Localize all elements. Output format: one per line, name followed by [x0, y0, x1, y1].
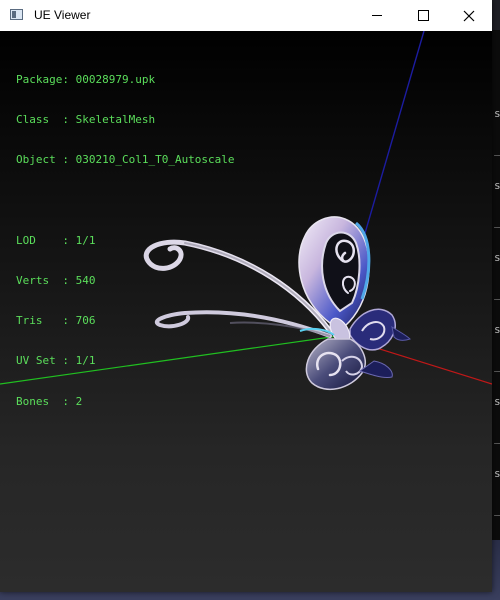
console-glyph: s: [494, 107, 500, 120]
console-glyph: s: [494, 179, 500, 192]
info-tris: Tris : 706: [16, 314, 96, 328]
mesh-info-panel: Package: 00028979.upk Class : SkeletalMe…: [16, 46, 235, 435]
console-glyph: s: [494, 323, 500, 336]
maximize-button[interactable]: [400, 0, 446, 31]
maximize-icon: [417, 10, 429, 21]
info-bones: Bones : 2: [16, 394, 83, 408]
console-glyph: _: [494, 503, 500, 516]
console-glyph: s: [494, 395, 500, 408]
console-glyph: _: [494, 431, 500, 444]
minimize-icon: [372, 15, 382, 16]
app-window-icon: [10, 9, 23, 20]
window-title: UE Viewer: [34, 8, 91, 22]
3d-viewport[interactable]: Package: 00028979.upk Class : SkeletalMe…: [0, 31, 492, 592]
console-glyph: s: [494, 467, 500, 480]
close-icon: [463, 10, 475, 21]
console-glyph: _: [494, 287, 500, 300]
background-console-right-text: s _ s _ s _ s _ s _ s _: [494, 108, 500, 540]
info-class: Class : SkeletalMesh: [16, 113, 156, 127]
info-object: Object : 030210_Col1_T0_Autoscale: [16, 153, 235, 167]
close-button[interactable]: [446, 0, 492, 31]
console-glyph: _: [494, 215, 500, 228]
info-verts: Verts : 540: [16, 273, 96, 287]
console-glyph: _: [494, 143, 500, 156]
console-glyph: s: [494, 251, 500, 264]
title-bar[interactable]: UE Viewer: [0, 0, 492, 31]
info-uvset: UV Set : 1/1: [16, 354, 96, 368]
console-glyph: _: [494, 359, 500, 372]
minimize-button[interactable]: [354, 0, 400, 31]
info-lod: LOD : 1/1: [16, 233, 96, 247]
info-package: Package: 00028979.upk: [16, 72, 156, 86]
ue-viewer-window[interactable]: UE Viewer Package: 00028979.upk Class: …: [0, 0, 492, 592]
